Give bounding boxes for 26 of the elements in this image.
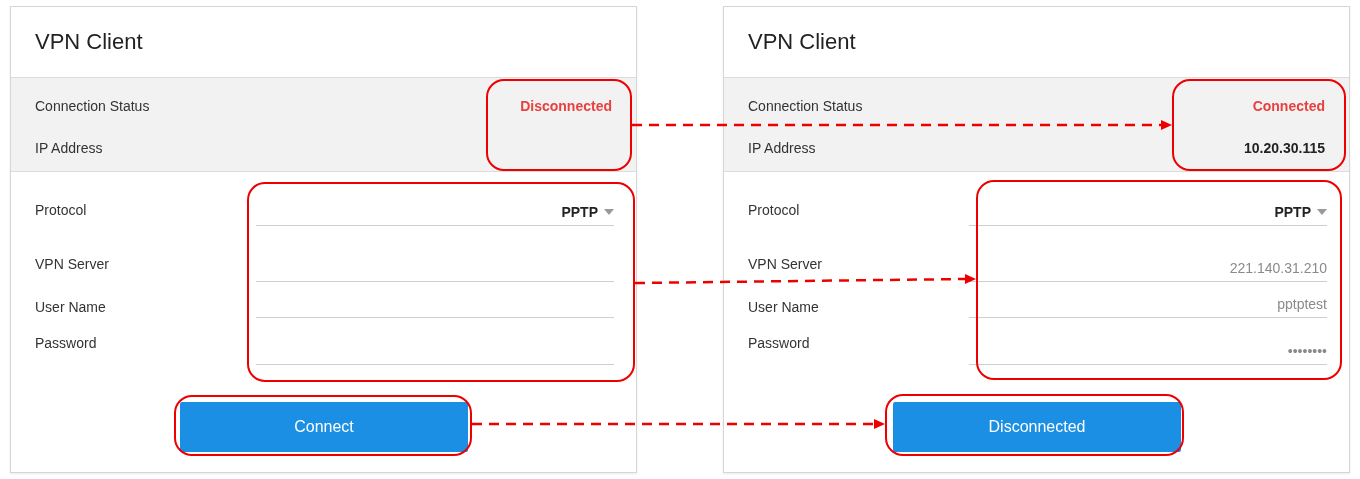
status-label: Connection Status	[35, 98, 150, 114]
input-field[interactable]: pptptest	[969, 294, 1327, 318]
field-label: Password	[35, 335, 98, 353]
panel-title: VPN Client	[748, 29, 856, 55]
protocol-select[interactable]: PPTP	[969, 202, 1327, 226]
caret-icon	[1317, 208, 1327, 215]
field-label: Protocol	[748, 202, 801, 220]
field-label: User Name	[35, 299, 107, 317]
field-label: Password	[748, 335, 811, 353]
caret-icon	[604, 208, 614, 215]
connect-button[interactable]: Disconnected	[893, 402, 1181, 452]
address-label: IP Address	[35, 140, 103, 156]
status-label: Connection Status	[748, 98, 863, 114]
status-value: Disconnected	[520, 98, 612, 114]
input-field[interactable]: ••••••••	[969, 341, 1327, 365]
field-label: VPN Server	[35, 256, 110, 274]
address-label: IP Address	[748, 140, 816, 156]
field-label: VPN Server	[748, 256, 823, 274]
address-value: 10.20.30.115	[1244, 140, 1325, 156]
field-label: Protocol	[35, 202, 88, 220]
input-field[interactable]: 221.140.31.210	[969, 258, 1327, 282]
status-value: Connected	[1252, 98, 1325, 114]
connect-button[interactable]: Connect	[180, 402, 468, 452]
panel-title: VPN Client	[35, 29, 143, 55]
protocol-select[interactable]: PPTP	[256, 202, 614, 226]
field-label: User Name	[748, 299, 820, 317]
